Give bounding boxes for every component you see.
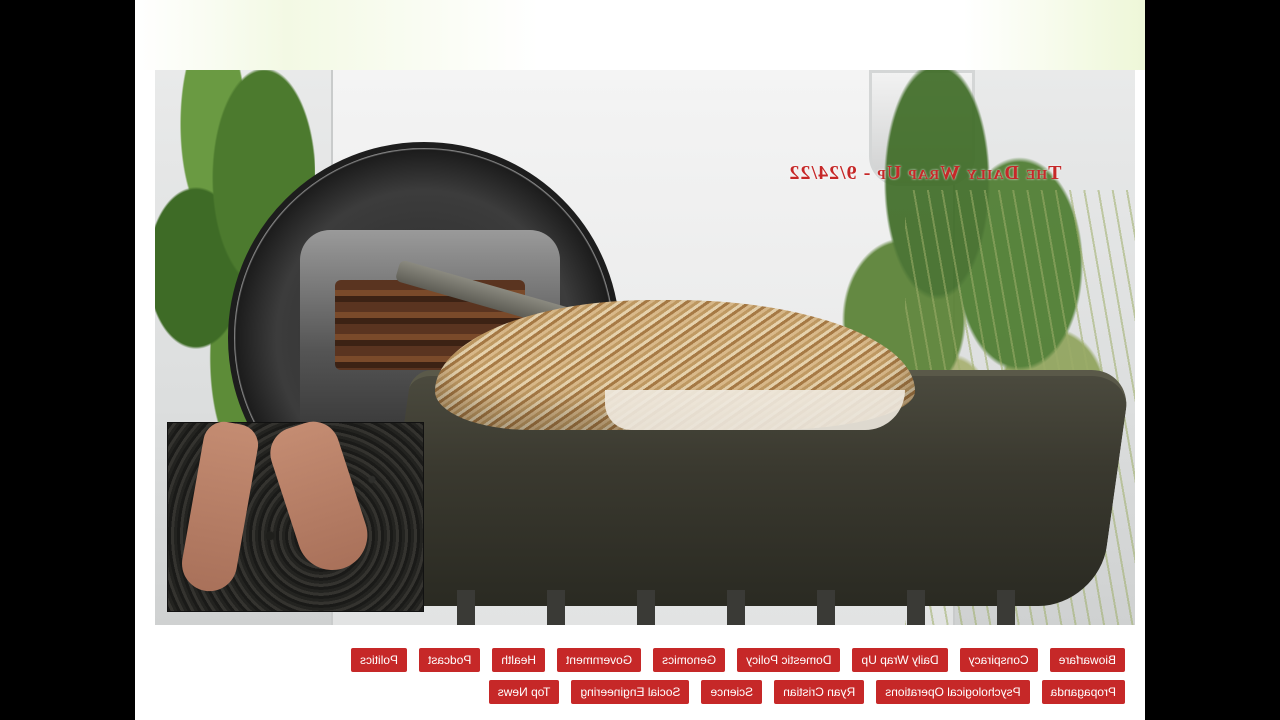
tag-science[interactable]: Science	[701, 680, 763, 704]
tag-social-engineering[interactable]: Social Engineering	[571, 680, 690, 704]
header-strip	[135, 0, 1145, 70]
featured-image[interactable]: The Daily Wrap Up - 9/24/22	[155, 70, 1135, 625]
shroud-cloth	[605, 390, 905, 430]
tag-conspiracy[interactable]: Conspiracy	[959, 648, 1038, 672]
tag-podcast[interactable]: Podcast	[419, 648, 481, 672]
tag-government[interactable]: Government	[557, 648, 642, 672]
tag-biowarfare[interactable]: Biowarfare	[1049, 648, 1125, 672]
letterbox-right	[0, 0, 135, 720]
tag-top-news[interactable]: Top News	[488, 680, 560, 704]
letterbox-left	[1145, 0, 1280, 720]
mirrored-page: The Daily Wrap Up - 9/24/22 Biowarfare C…	[0, 0, 1280, 720]
article-sheet: The Daily Wrap Up - 9/24/22 Biowarfare C…	[135, 0, 1145, 720]
tag-row-2: Propaganda Psychological Operations Ryan…	[135, 680, 1125, 704]
post-title-overlay[interactable]: The Daily Wrap Up - 9/24/22	[715, 162, 1135, 185]
tag-domestic-policy[interactable]: Domestic Policy	[737, 648, 841, 672]
tag-ryan-cristian[interactable]: Ryan Cristian	[774, 680, 865, 704]
tag-list: Biowarfare Conspiracy Daily Wrap Up Dome…	[135, 648, 1145, 712]
tray-legs	[395, 590, 1015, 625]
tag-daily-wrap-up[interactable]: Daily Wrap Up	[852, 648, 948, 672]
tag-politics[interactable]: Politics	[350, 648, 407, 672]
tag-psychological-operations[interactable]: Psychological Operations	[876, 680, 1030, 704]
tag-propaganda[interactable]: Propaganda	[1041, 680, 1125, 704]
tag-row-1: Biowarfare Conspiracy Daily Wrap Up Dome…	[135, 648, 1125, 672]
tag-genomics[interactable]: Genomics	[653, 648, 726, 672]
tag-health[interactable]: Health	[492, 648, 546, 672]
